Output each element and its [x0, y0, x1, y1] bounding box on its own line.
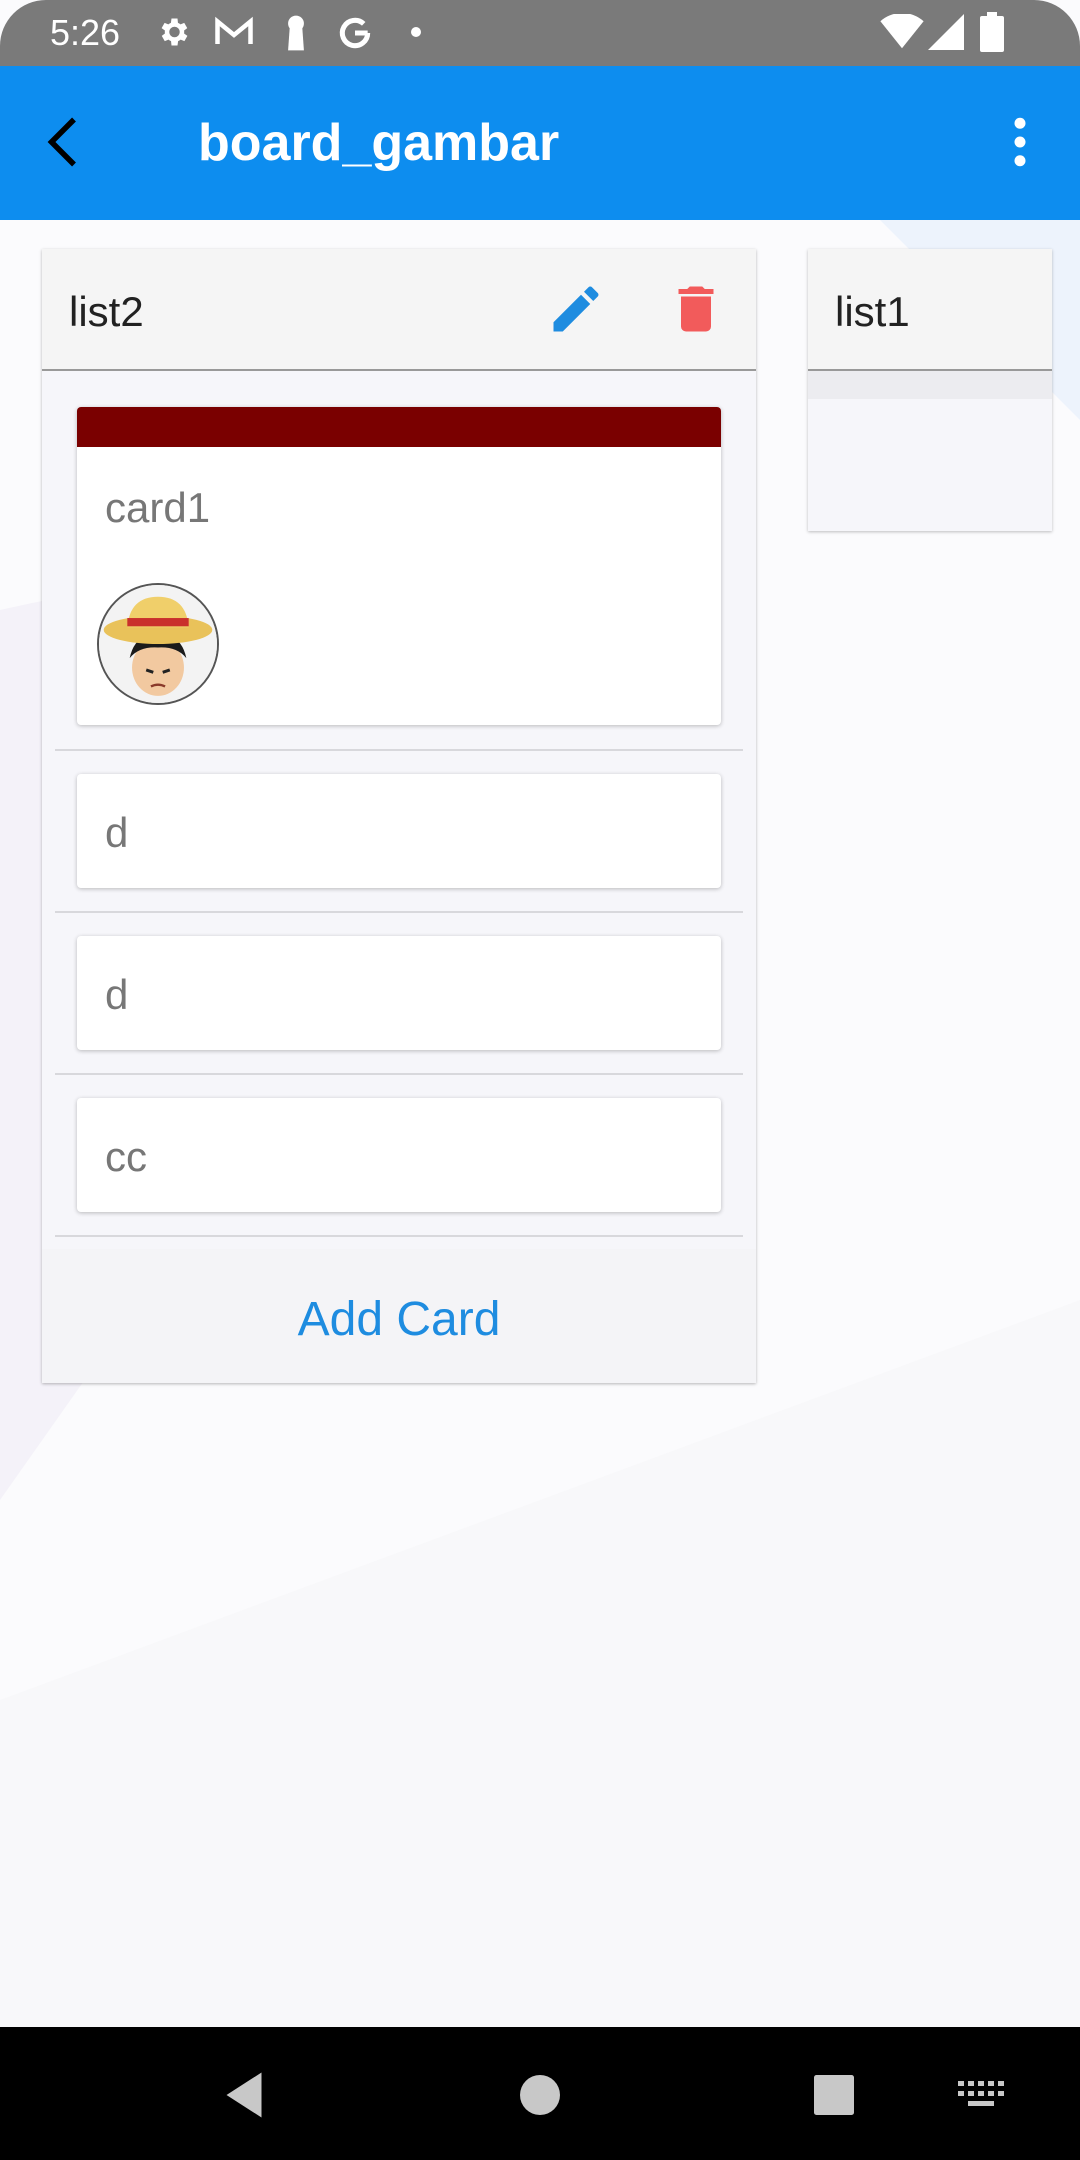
pencil-icon[interactable] — [546, 279, 606, 339]
card-title: card1 — [105, 484, 211, 531]
back-triangle-icon[interactable] — [214, 2065, 274, 2125]
navigation-bar — [0, 2027, 1080, 2160]
keyhole-icon — [288, 15, 304, 51]
status-bar: 5:26 — [0, 0, 1080, 66]
avatar-image — [99, 585, 217, 703]
list-column: list1 — [808, 249, 1052, 531]
app-bar: board_gambar — [0, 66, 1080, 220]
keyboard-icon[interactable] — [952, 2065, 1012, 2125]
more-vert-icon[interactable] — [990, 112, 1050, 172]
card-title: d — [105, 971, 129, 1018]
card-divider — [55, 1235, 743, 1237]
battery-icon — [980, 12, 1004, 52]
dot-icon — [411, 27, 421, 37]
list-body — [808, 371, 1052, 399]
google-icon — [339, 17, 371, 49]
card[interactable]: d — [77, 936, 721, 1050]
wifi-icon — [880, 14, 924, 49]
list-title: list2 — [69, 288, 144, 335]
card-label-strip — [77, 407, 721, 447]
card-title: d — [105, 809, 129, 856]
card[interactable]: d — [77, 774, 721, 888]
card-title: cc — [105, 1133, 147, 1180]
gmail-icon — [215, 16, 253, 44]
recents-square-icon[interactable] — [804, 2065, 864, 2125]
add-card-button[interactable]: Add Card — [42, 1249, 756, 1383]
trash-icon[interactable] — [666, 279, 726, 339]
page-title: board_gambar — [198, 114, 560, 172]
card-divider — [55, 749, 743, 751]
list-title: list1 — [835, 288, 910, 335]
gear-icon — [161, 18, 188, 46]
card[interactable]: cc — [77, 1098, 721, 1212]
card-divider — [55, 911, 743, 913]
home-circle-icon[interactable] — [510, 2065, 570, 2125]
avatar — [97, 583, 219, 705]
arrow-back-icon[interactable] — [34, 112, 94, 172]
list-header: list2 — [42, 249, 756, 371]
signal-icon — [928, 14, 964, 50]
card[interactable]: card1 — [77, 407, 721, 725]
list-column: list2 card1 d d cc Add Card — [42, 249, 756, 1383]
status-time: 5:26 — [50, 12, 121, 53]
add-card-label: Add Card — [297, 1293, 501, 1346]
list-header: list1 — [808, 249, 1052, 371]
card-divider — [55, 1073, 743, 1075]
